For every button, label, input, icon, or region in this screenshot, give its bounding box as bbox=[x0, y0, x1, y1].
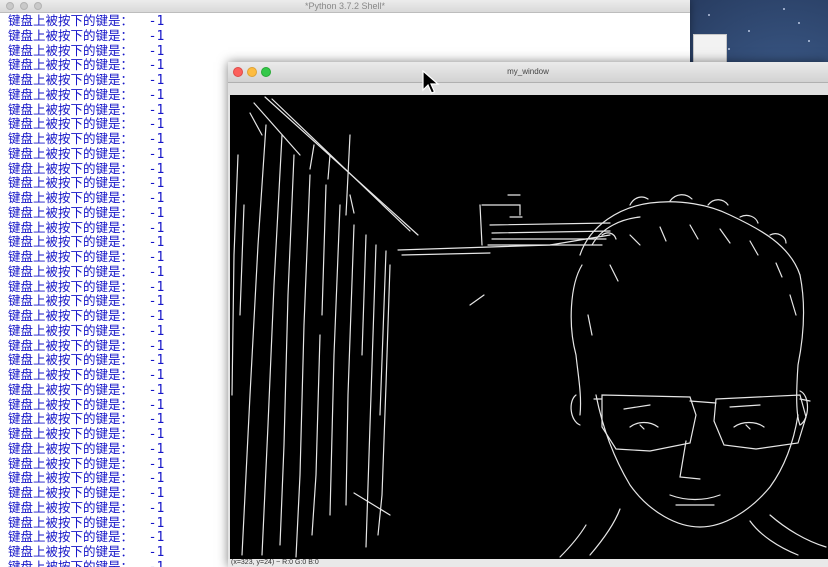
shell-output-value: -1 bbox=[133, 264, 165, 280]
shell-output-label: 键盘上被按下的键是： bbox=[8, 514, 134, 530]
shell-output-value: -1 bbox=[133, 87, 165, 103]
shell-output-value: -1 bbox=[133, 161, 165, 177]
shell-output-label: 键盘上被按下的键是： bbox=[8, 116, 134, 132]
shell-output-value: -1 bbox=[133, 397, 165, 413]
shell-output-value: -1 bbox=[133, 235, 165, 251]
shell-output-value: -1 bbox=[133, 102, 165, 118]
shell-output-value: -1 bbox=[133, 309, 165, 324]
shell-output-value: -1 bbox=[133, 205, 165, 221]
shell-output-label: 键盘上被按下的键是： bbox=[8, 86, 134, 102]
shell-output-value: -1 bbox=[133, 500, 165, 516]
shell-output-value: -1 bbox=[133, 515, 165, 531]
shell-output-label: 键盘上被按下的键是： bbox=[8, 204, 134, 220]
shell-output-label: 键盘上被按下的键是： bbox=[8, 72, 134, 87]
shell-output-value: -1 bbox=[133, 368, 165, 383]
shell-output-label: 键盘上被按下的键是： bbox=[8, 396, 134, 412]
shell-output-line: 键盘上被按下的键是： -1 bbox=[8, 14, 690, 29]
pointer-cursor-icon bbox=[422, 70, 440, 94]
shell-output-label: 键盘上被按下的键是： bbox=[8, 190, 134, 205]
shell-output-label: 键盘上被按下的键是： bbox=[8, 499, 134, 515]
shell-output-value: -1 bbox=[133, 14, 165, 29]
shell-output-value: -1 bbox=[133, 560, 165, 567]
shell-output-value: -1 bbox=[133, 530, 165, 546]
shell-output-value: -1 bbox=[133, 132, 165, 147]
shell-output-label: 键盘上被按下的键是： bbox=[8, 263, 134, 279]
shell-output-value: -1 bbox=[133, 382, 165, 398]
shell-output-value: -1 bbox=[133, 412, 165, 428]
shell-output-label: 键盘上被按下的键是： bbox=[8, 234, 134, 250]
shell-output-value: -1 bbox=[133, 486, 165, 501]
shell-output-value: -1 bbox=[133, 338, 165, 354]
shell-output-value: -1 bbox=[133, 471, 165, 487]
shell-output-label: 键盘上被按下的键是： bbox=[8, 529, 134, 545]
shell-output-label: 键盘上被按下的键是： bbox=[8, 455, 134, 471]
shell-titlebar[interactable]: *Python 3.7.2 Shell* bbox=[0, 0, 690, 13]
shell-output-value: -1 bbox=[133, 441, 165, 457]
shell-output-label: 键盘上被按下的键是： bbox=[8, 470, 134, 486]
shell-output-value: -1 bbox=[133, 279, 165, 295]
shell-output-value: -1 bbox=[133, 191, 165, 206]
shell-output-label: 键盘上被按下的键是： bbox=[8, 337, 134, 353]
shell-output-label: 键盘上被按下的键是： bbox=[8, 145, 134, 161]
shell-output-value: -1 bbox=[133, 353, 165, 369]
shell-output-label: 键盘上被按下的键是： bbox=[8, 278, 134, 294]
shell-output-label: 键盘上被按下的键是： bbox=[8, 42, 134, 58]
shell-output-value: -1 bbox=[133, 176, 165, 192]
shell-output-label: 键盘上被按下的键是： bbox=[8, 544, 134, 559]
shell-output-value: -1 bbox=[133, 73, 165, 88]
shell-output-label: 键盘上被按下的键是： bbox=[8, 101, 134, 117]
shell-output-label: 键盘上被按下的键是： bbox=[8, 322, 134, 338]
shell-output-value: -1 bbox=[133, 43, 165, 59]
shell-output-label: 键盘上被按下的键是： bbox=[8, 219, 134, 235]
shell-output-value: -1 bbox=[133, 456, 165, 472]
shell-output-label: 键盘上被按下的键是： bbox=[8, 249, 134, 264]
shell-output-label: 键盘上被按下的键是： bbox=[8, 485, 134, 500]
shell-output-line: 键盘上被按下的键是： -1 bbox=[8, 27, 690, 44]
shell-output-label: 键盘上被按下的键是： bbox=[8, 160, 134, 176]
shell-output-value: -1 bbox=[133, 323, 165, 339]
shell-output-label: 键盘上被按下的键是： bbox=[8, 426, 134, 441]
shell-output-line: 键盘上被按下的键是： -1 bbox=[8, 42, 690, 59]
shell-output-label: 键盘上被按下的键是： bbox=[8, 14, 134, 28]
shell-output-value: -1 bbox=[133, 58, 165, 74]
edge-detection-image[interactable] bbox=[230, 95, 828, 559]
shell-output-label: 键盘上被按下的键是： bbox=[8, 175, 134, 191]
cv-status-bar: (x=323, y=24) ~ R:0 G:0 B:0 bbox=[228, 559, 828, 567]
shell-output-value: -1 bbox=[133, 250, 165, 265]
cv-toolbar bbox=[228, 83, 828, 95]
shell-output-value: -1 bbox=[133, 117, 165, 133]
shell-output-label: 键盘上被按下的键是： bbox=[8, 558, 134, 567]
shell-output-label: 键盘上被按下的键是： bbox=[8, 367, 134, 382]
shell-output-value: -1 bbox=[133, 28, 165, 44]
canny-edges-drawing bbox=[231, 96, 827, 558]
shell-output-value: -1 bbox=[133, 294, 165, 310]
shell-output-label: 键盘上被按下的键是： bbox=[8, 131, 134, 146]
cv-image-window: my_window (x=323, y=24) ~ R:0 G:0 B:0 bbox=[228, 62, 828, 567]
shell-output-label: 键盘上被按下的键是： bbox=[8, 352, 134, 368]
shell-output-label: 键盘上被按下的键是： bbox=[8, 440, 134, 456]
shell-output-value: -1 bbox=[133, 545, 165, 560]
shell-output-label: 键盘上被按下的键是： bbox=[8, 293, 134, 309]
cv-titlebar[interactable]: my_window bbox=[228, 62, 828, 83]
shell-output-value: -1 bbox=[133, 427, 165, 442]
shell-output-label: 键盘上被按下的键是： bbox=[8, 381, 134, 397]
shell-output-value: -1 bbox=[133, 220, 165, 236]
shell-output-value: -1 bbox=[133, 146, 165, 162]
cv-window-title: my_window bbox=[507, 67, 549, 76]
shell-output-label: 键盘上被按下的键是： bbox=[8, 308, 134, 323]
shell-output-label: 键盘上被按下的键是： bbox=[8, 27, 134, 43]
shell-title: *Python 3.7.2 Shell* bbox=[304, 1, 386, 11]
shell-output-label: 键盘上被按下的键是： bbox=[8, 411, 134, 427]
shell-output-label: 键盘上被按下的键是： bbox=[8, 57, 134, 73]
